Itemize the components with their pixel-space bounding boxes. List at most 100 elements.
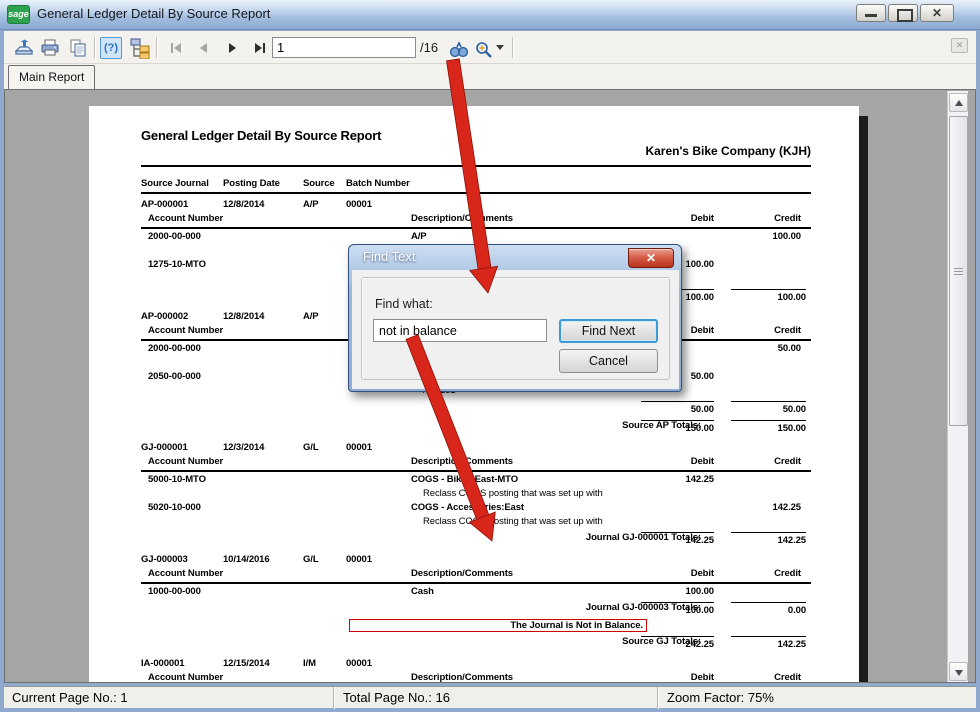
total-credit: 100.00 [731, 289, 806, 303]
tab-bar: Main Report [4, 64, 976, 89]
find-what-input[interactable] [373, 319, 547, 342]
find-text-button[interactable] [447, 38, 471, 62]
print-button[interactable] [38, 36, 62, 60]
sage-logo-icon: sage [7, 5, 30, 24]
source: I/M [303, 658, 316, 669]
tab-main-report[interactable]: Main Report [8, 65, 95, 89]
report-viewer-window: sage General Ledger Detail By Source Rep… [0, 0, 980, 712]
posting-date: 12/15/2014 [223, 658, 270, 669]
copy-button[interactable] [66, 36, 90, 60]
description: COGS - Accessories:East [411, 502, 524, 513]
dialog-body: Find what: Find Next Cancel [352, 270, 679, 389]
account-number: 5000-10-MTO [148, 474, 206, 485]
last-page-button[interactable] [248, 36, 272, 60]
close-preview-button[interactable]: ✕ [951, 38, 968, 53]
credit-amount: 50.00 [719, 343, 801, 354]
account-number-header: Account Number [148, 672, 223, 683]
credit-header: Credit [719, 213, 801, 224]
toolbar: (?) [4, 31, 976, 64]
total-credit: 142.25 [731, 636, 806, 650]
source-journal: AP-000002 [141, 311, 188, 322]
debit-header: Debit [629, 672, 714, 683]
prev-page-icon [198, 42, 210, 54]
source-journal: GJ-000003 [141, 554, 188, 565]
dialog-close-button[interactable]: ✕ [628, 248, 674, 268]
last-page-icon [253, 42, 267, 54]
dialog-title: Find Text [363, 249, 416, 264]
scrollbar-thumb[interactable] [949, 116, 968, 426]
scroll-up-button[interactable] [949, 93, 968, 112]
report-line-section: GJ-00000310/14/2016G/L00001 [89, 554, 859, 568]
source: G/L [303, 442, 319, 453]
batch-number: 00001 [346, 442, 372, 453]
account-number-header: Account Number [148, 568, 223, 579]
account-number: 2000-00-000 [148, 231, 201, 242]
debit-header: Debit [629, 213, 714, 224]
report-line-section: IA-00000112/15/2014I/M00001 [89, 658, 859, 672]
posting-date: 12/3/2014 [223, 442, 264, 453]
report-title: General Ledger Detail By Source Report [141, 128, 859, 143]
vertical-scrollbar[interactable] [947, 91, 968, 683]
report-main-header: Source Journal Posting Date Source Batch… [89, 175, 859, 192]
total-credit: 50.00 [731, 401, 806, 415]
toggle-parameter-panel-button[interactable]: (?) [100, 37, 122, 59]
scroll-down-button[interactable] [949, 662, 968, 681]
report-line-entry: 2000-00-000A/P100.00 [89, 231, 859, 245]
report-line-subheader: Account NumberDescription/CommentsDebitC… [89, 672, 859, 683]
description-header: Description/Comments [411, 213, 513, 224]
status-total-page: Total Page No.: 16 [335, 687, 658, 709]
titlebar: sage General Ledger Detail By Source Rep… [0, 0, 980, 30]
status-bar: Current Page No.: 1 Total Page No.: 16 Z… [4, 686, 976, 708]
group-tree-button[interactable] [128, 36, 152, 60]
out-of-balance-alert: The Journal is Not in Balance. [349, 619, 647, 632]
export-button[interactable] [12, 36, 36, 60]
description-header: Description/Comments [411, 456, 513, 467]
total-credit: 142.25 [731, 532, 806, 546]
report-line-total: 50.0050.00 [89, 401, 859, 418]
account-number-header: Account Number [148, 213, 223, 224]
credit-header: Credit [719, 456, 801, 467]
next-page-icon [226, 42, 238, 54]
report-line-section: GJ-000001 12/3/2014 G/L 00001 [89, 442, 859, 456]
total-credit: 150.00 [731, 420, 806, 434]
credit-amount: 142.25 [719, 502, 801, 513]
source-journal: GJ-000001 [141, 442, 188, 453]
account-number: 2000-00-000 [148, 343, 201, 354]
report-line-comment: Reclass COGS posting that was set up wit… [89, 516, 859, 530]
window-title: General Ledger Detail By Source Report [37, 6, 270, 21]
report-line-entry: 5020-10-000COGS - Accessories:East142.25 [89, 502, 859, 516]
report-line-entry: 5000-10-MTOCOGS - Bikes:East-MTO142.25 [89, 474, 859, 488]
find-next-button[interactable]: Find Next [559, 319, 658, 343]
account-number: 2050-00-000 [148, 371, 201, 382]
find-what-label: Find what: [375, 297, 433, 311]
report-line-subheader: Account NumberDescription/CommentsDebitC… [89, 568, 859, 582]
source-journal: IA-000001 [141, 658, 184, 669]
first-page-button[interactable] [164, 36, 188, 60]
find-text-dialog: Find Text ✕ Find what: Find Next Cancel [348, 244, 682, 392]
debit-amount: 142.25 [629, 474, 714, 485]
cancel-button[interactable]: Cancel [559, 349, 658, 373]
close-button[interactable] [920, 4, 954, 22]
page-number-input[interactable] [272, 37, 416, 58]
source-journal: AP-000001 [141, 199, 188, 210]
minimize-button[interactable] [856, 4, 886, 22]
print-icon [40, 38, 60, 58]
export-icon [14, 38, 34, 58]
prev-page-button[interactable] [192, 36, 216, 60]
maximize-button[interactable] [888, 4, 918, 22]
next-page-button[interactable] [220, 36, 244, 60]
account-number: 1275-10-MTO [148, 259, 206, 270]
zoom-dropdown-caret-icon[interactable] [496, 45, 504, 50]
report-page: General Ledger Detail By Source Report K… [89, 106, 859, 683]
posting-date: 12/8/2014 [223, 199, 264, 210]
description-header: Description/Comments [411, 568, 513, 579]
report-line-total: Source AP Totals:150.00150.00 [89, 420, 859, 437]
source: A/P [303, 199, 319, 210]
group-tree-icon [129, 37, 151, 59]
batch-number: 00001 [346, 199, 372, 210]
report-line-subheader: Account Number Description/Comments Debit C… [89, 213, 859, 227]
total-debit: 242.25 [641, 636, 714, 650]
batch-number: 00001 [346, 554, 372, 565]
credit-amount: 100.00 [719, 231, 801, 242]
zoom-button[interactable] [472, 38, 496, 62]
